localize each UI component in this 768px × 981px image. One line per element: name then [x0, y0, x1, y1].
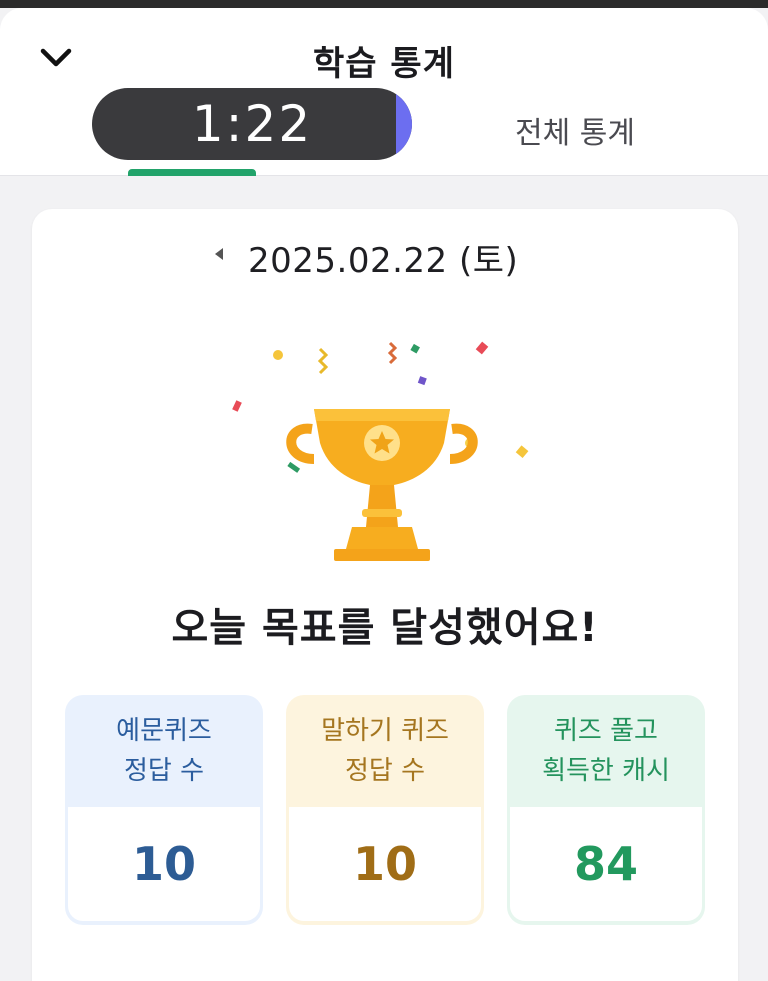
goal-achieved-headline: 오늘 목표를 달성했어요! — [171, 605, 599, 651]
tab-all-stats[interactable]: 전체 통계 — [480, 108, 670, 152]
daily-stats-card: 2025.02.22 (토) 오늘 목표를 달성했어요! 예문퀴즈 정답 수 1… — [32, 209, 738, 981]
stat-label-line2: 획득한 캐시 — [542, 756, 670, 786]
page-title: 학습 통계 — [313, 44, 455, 84]
timer-text: 1:22 — [191, 95, 313, 153]
stat-label-line1: 말하기 퀴즈 — [321, 716, 449, 746]
stat-label: 말하기 퀴즈 정답 수 — [286, 695, 484, 807]
timer-badge: 1:22 — [92, 88, 412, 160]
status-bar-edge — [0, 0, 768, 8]
stat-card-speaking-quiz: 말하기 퀴즈 정답 수 10 — [286, 695, 484, 925]
date-label: 2025.02.22 (토) — [248, 241, 519, 281]
header: 학습 통계 1:22 전체 통계 — [0, 8, 768, 176]
date-navigator: 2025.02.22 (토) — [32, 229, 738, 281]
stat-card-sentence-quiz: 예문퀴즈 정답 수 10 — [65, 695, 263, 925]
stat-label-line2: 정답 수 — [123, 756, 205, 786]
stat-value: 84 — [510, 807, 702, 921]
stat-label-line1: 퀴즈 풀고 — [554, 716, 658, 746]
stat-card-earned-cash: 퀴즈 풀고 획득한 캐시 84 — [507, 695, 705, 925]
stat-value: 10 — [68, 807, 260, 921]
stat-label-line2: 정답 수 — [344, 756, 426, 786]
caret-left-icon[interactable] — [208, 243, 230, 265]
stat-label: 퀴즈 풀고 획득한 캐시 — [507, 695, 705, 807]
active-tab-indicator — [128, 169, 256, 176]
stat-value: 10 — [289, 807, 481, 921]
trophy-icon — [222, 329, 542, 569]
learning-stats-sheet: 학습 통계 1:22 전체 통계 2025.02.22 (토) 오늘 목표를 달… — [0, 8, 768, 981]
stat-label-line1: 예문퀴즈 — [116, 716, 212, 746]
stat-label: 예문퀴즈 정답 수 — [65, 695, 263, 807]
